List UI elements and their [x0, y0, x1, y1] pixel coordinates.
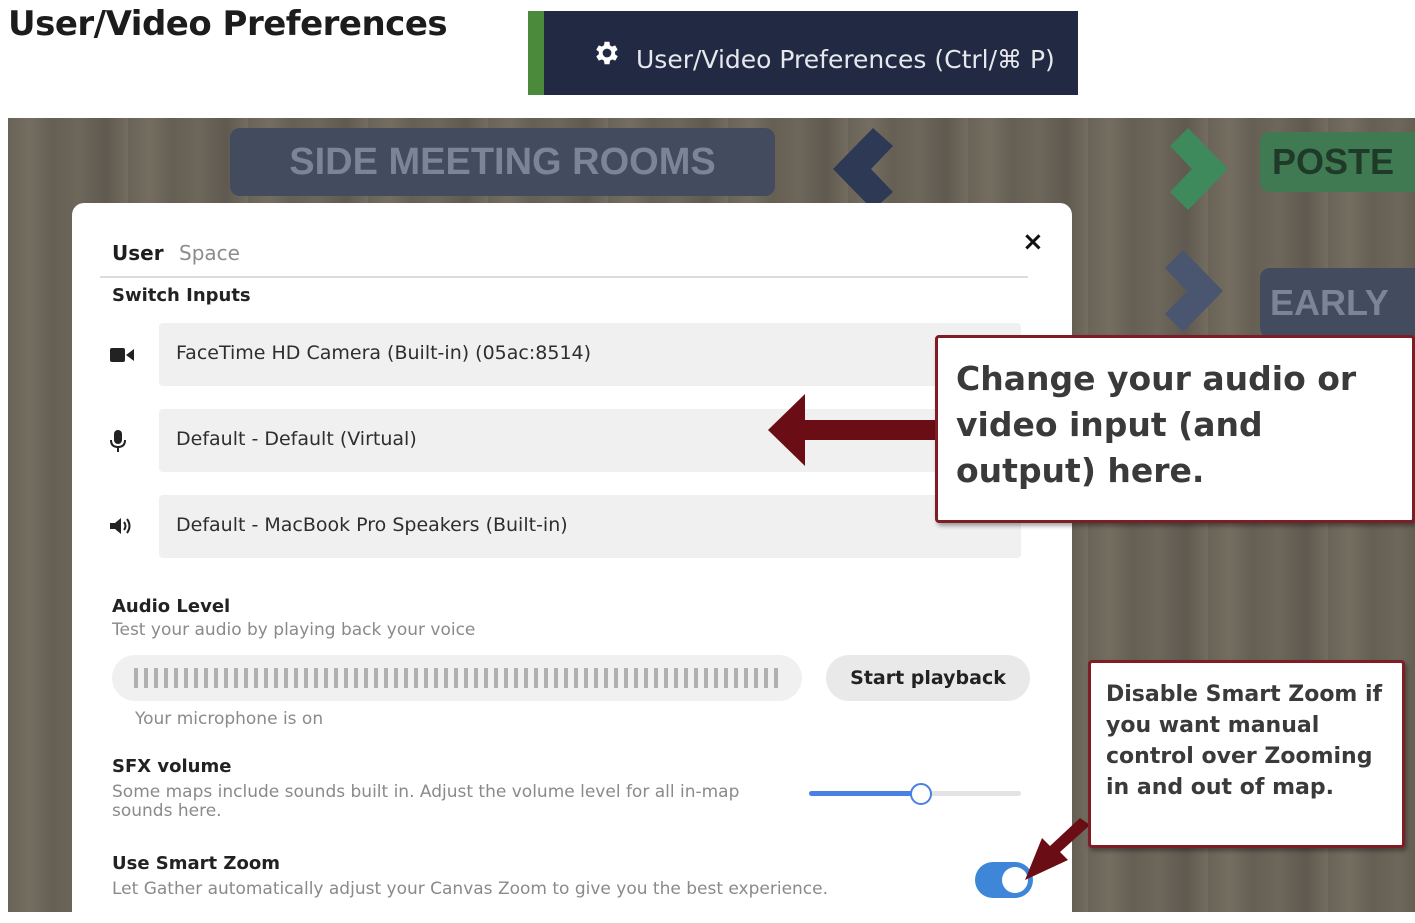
- microphone-select-value: Default - Default (Virtual): [176, 428, 417, 450]
- arrow-left-icon: [768, 394, 940, 466]
- tab-divider: [100, 276, 1028, 278]
- sfx-volume-slider-fill: [809, 791, 922, 796]
- audio-level-meter: [112, 655, 802, 701]
- sfx-volume-description: Some maps include sounds built in. Adjus…: [112, 782, 740, 821]
- speaker-select[interactable]: Default - MacBook Pro Speakers (Built-in…: [159, 495, 1021, 558]
- preferences-dialog: User Space × Switch Inputs FaceTime HD C…: [72, 203, 1072, 923]
- audio-level-label: Audio Level: [112, 596, 231, 617]
- smart-zoom-label: Use Smart Zoom: [112, 853, 280, 874]
- gear-icon: [596, 41, 618, 65]
- close-icon[interactable]: ×: [1022, 227, 1044, 257]
- camera-icon: [110, 348, 134, 362]
- camera-select-value: FaceTime HD Camera (Built-in) (05ac:8514…: [176, 342, 592, 364]
- callout-change-input: Change your audio or video input (and ou…: [935, 335, 1415, 523]
- callout-disable-smart-zoom: Disable Smart Zoom if you want manual co…: [1088, 660, 1405, 848]
- audio-level-bars: [134, 668, 782, 688]
- switch-inputs-label: Switch Inputs: [112, 285, 251, 306]
- chevron-left-icon: [833, 128, 893, 210]
- start-playback-button[interactable]: Start playback: [826, 655, 1030, 701]
- smart-zoom-description: Let Gather automatically adjust your Can…: [112, 879, 829, 899]
- preferences-menu-label: User/Video Preferences (Ctrl/⌘ P): [636, 45, 1055, 74]
- microphone-icon: [110, 430, 126, 452]
- sign-early: EARLY: [1260, 268, 1415, 338]
- speaker-icon: [110, 518, 131, 534]
- tab-space[interactable]: Space: [179, 241, 240, 265]
- sfx-volume-slider-thumb[interactable]: [910, 783, 933, 805]
- microphone-status: Your microphone is on: [135, 709, 324, 729]
- sign-poster: POSTE: [1260, 132, 1415, 192]
- page-title: User/Video Preferences: [8, 4, 448, 44]
- sfx-volume-label: SFX volume: [112, 756, 232, 777]
- sign-side-meeting-rooms: SIDE MEETING ROOMS: [230, 128, 775, 196]
- chevron-right-icon: [1165, 250, 1223, 332]
- tab-user[interactable]: User: [112, 241, 164, 265]
- audio-level-description: Test your audio by playing back your voi…: [112, 620, 476, 640]
- chevron-right-icon: [1170, 128, 1228, 210]
- preferences-menu-item[interactable]: User/Video Preferences (Ctrl/⌘ P): [528, 11, 1078, 95]
- camera-select[interactable]: FaceTime HD Camera (Built-in) (05ac:8514…: [159, 323, 1021, 386]
- speaker-select-value: Default - MacBook Pro Speakers (Built-in…: [176, 514, 568, 536]
